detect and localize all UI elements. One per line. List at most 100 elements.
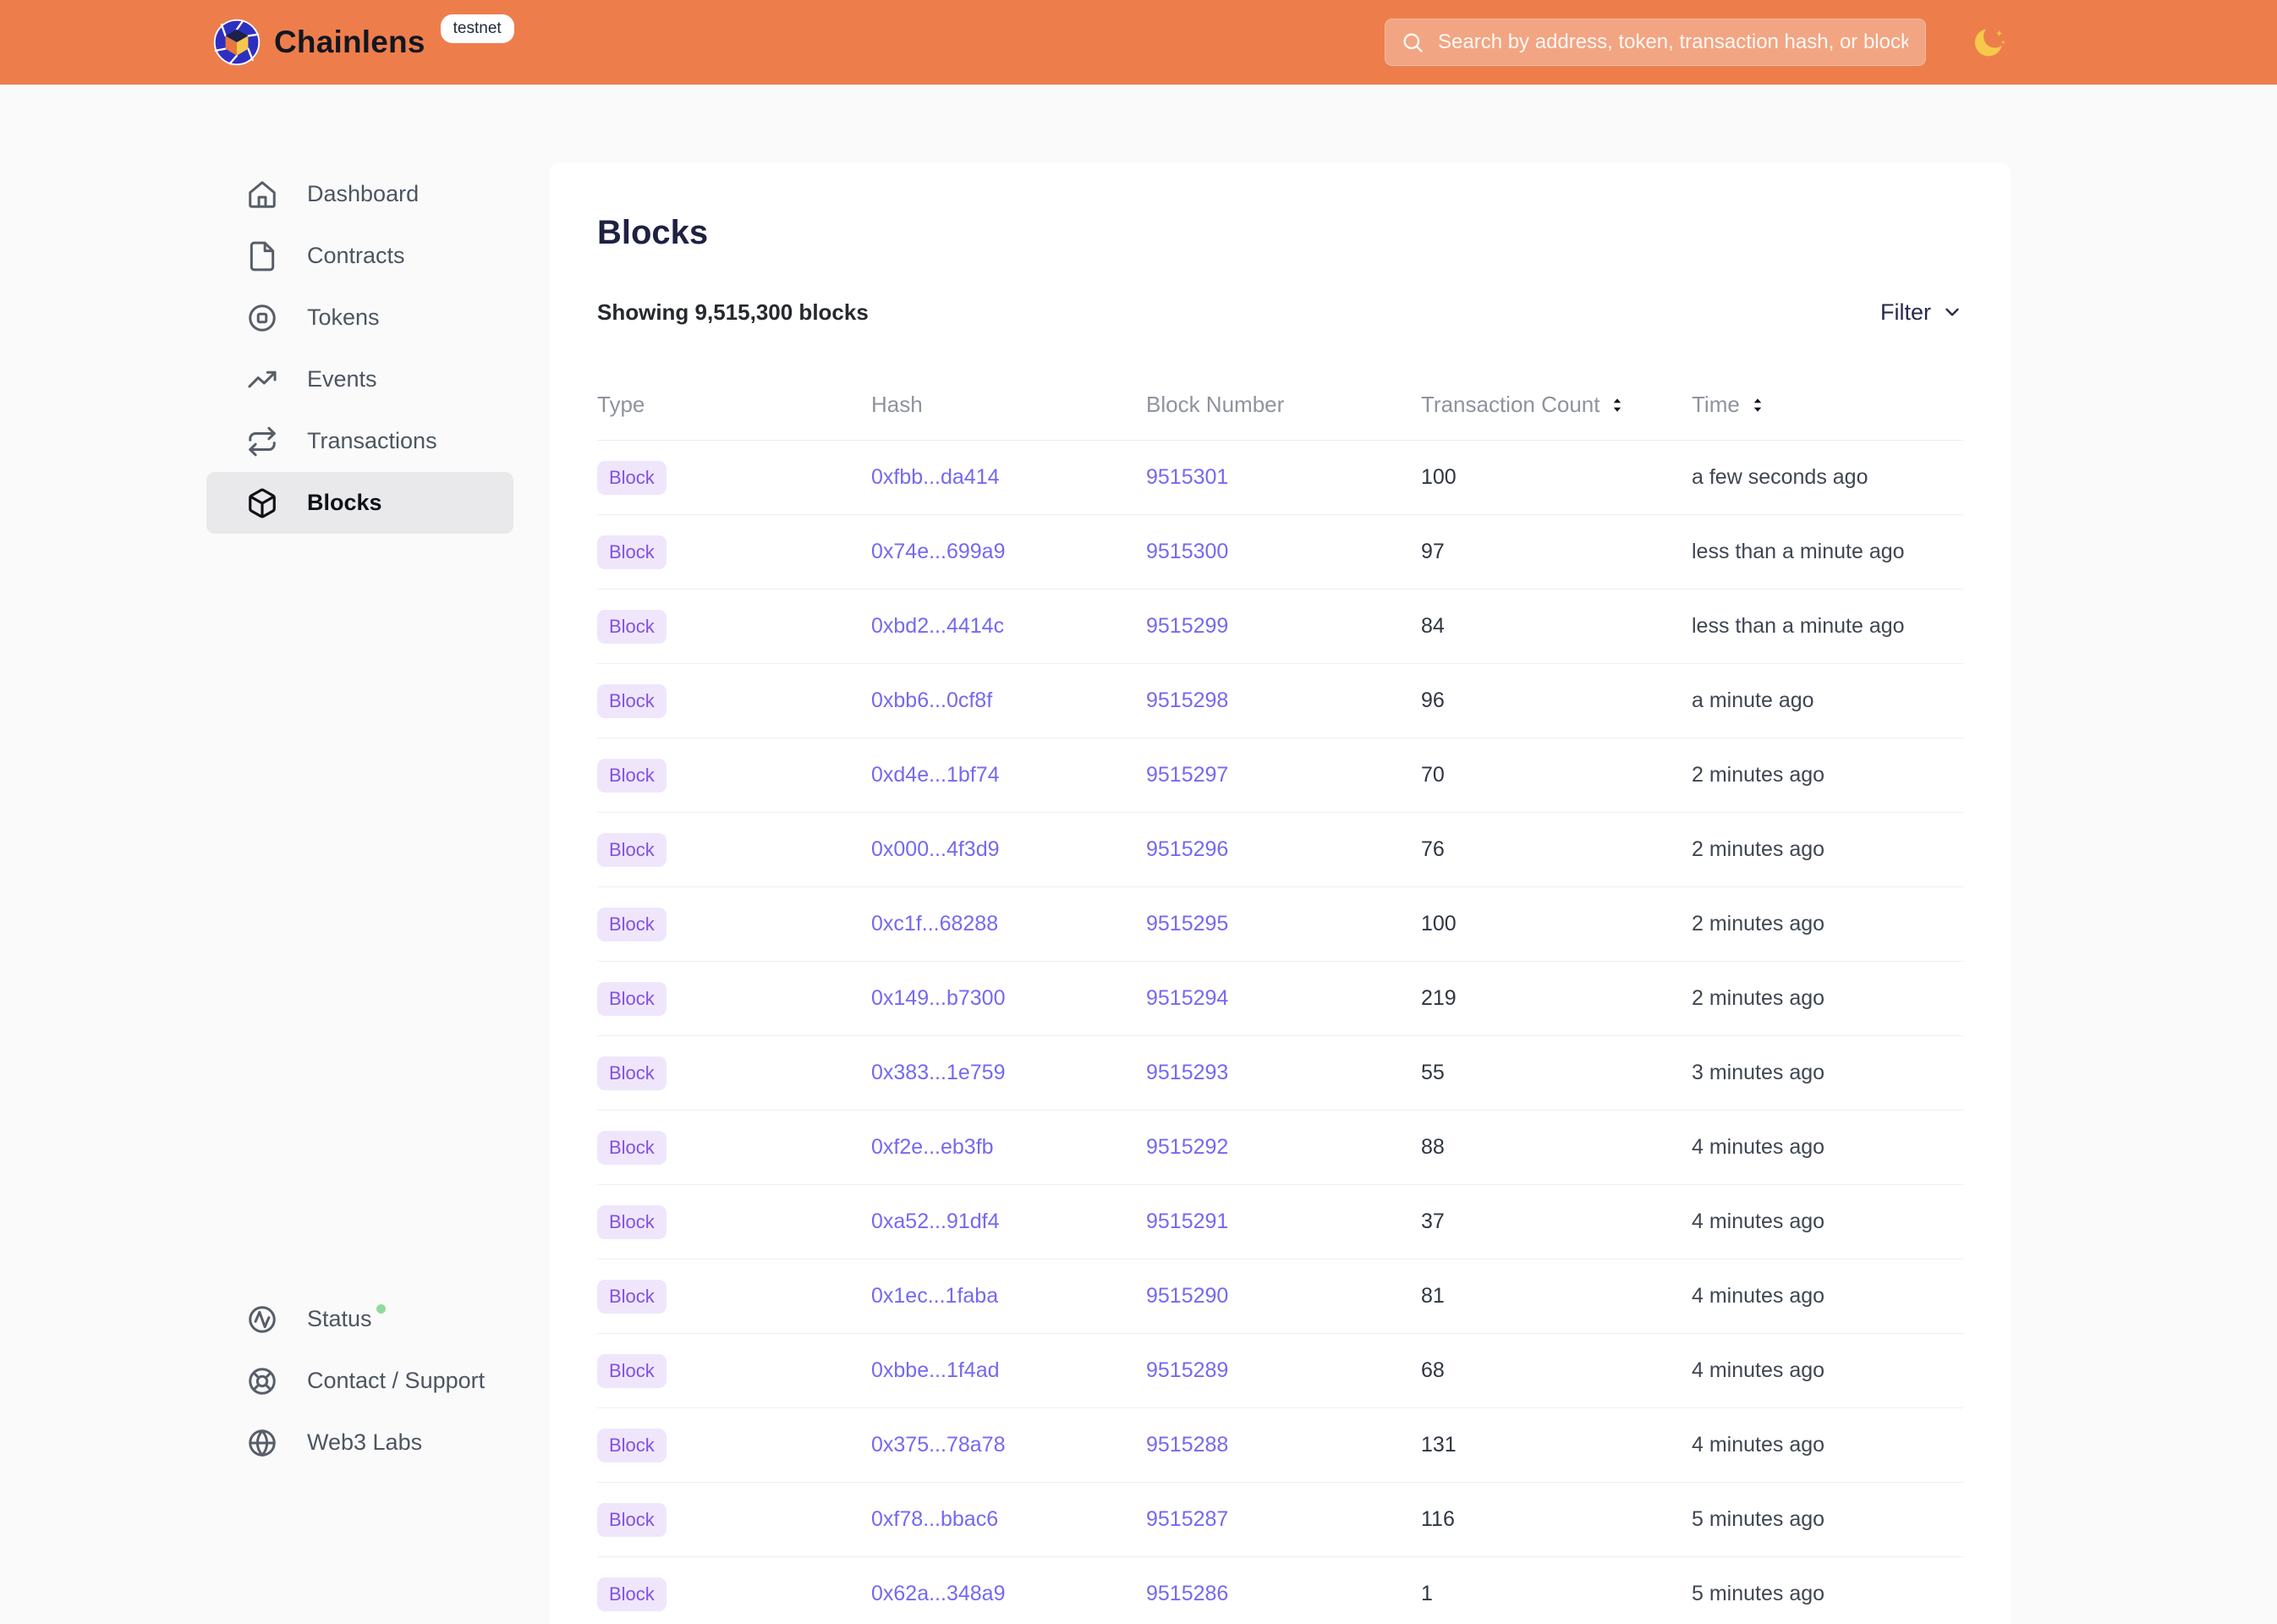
block-type-badge: Block <box>597 1354 667 1388</box>
block-number-link[interactable]: 9515297 <box>1146 763 1228 787</box>
hash-link[interactable]: 0xbb6...0cf8f <box>871 689 992 712</box>
block-number-link[interactable]: 9515286 <box>1146 1582 1228 1605</box>
column-header-transaction-count: Transaction Count <box>1421 392 1692 418</box>
page-title: Blocks <box>597 210 1963 255</box>
sidebar-item-label: Transactions <box>307 428 437 454</box>
hash-link[interactable]: 0xd4e...1bf74 <box>871 763 1000 787</box>
time-value: 4 minutes ago <box>1692 1358 1963 1383</box>
time-value: 5 minutes ago <box>1692 1582 1963 1606</box>
table-row: Block 0x375...78a78 9515288 131 4 minute… <box>597 1408 1963 1483</box>
hash-link[interactable]: 0xbd2...4414c <box>871 614 1004 638</box>
block-number-link[interactable]: 9515299 <box>1146 614 1228 638</box>
table-row: Block 0x1ec...1faba 9515290 81 4 minutes… <box>597 1259 1963 1334</box>
block-number-link[interactable]: 9515288 <box>1146 1433 1228 1457</box>
block-type-badge: Block <box>597 461 667 495</box>
meta-row: Showing 9,515,300 blocks Filter <box>597 296 1963 328</box>
page-body: Dashboard Contracts Tokens <box>0 85 2277 1624</box>
time-value: a minute ago <box>1692 689 1963 713</box>
repeat-icon <box>245 425 279 458</box>
block-number-link[interactable]: 9515295 <box>1146 912 1228 935</box>
tx-count: 96 <box>1421 689 1692 713</box>
table-row: Block 0xf78...bbac6 9515287 116 5 minute… <box>597 1483 1963 1557</box>
tx-count: 100 <box>1421 465 1692 490</box>
blocks-card: Blocks Showing 9,515,300 blocks Filter T… <box>550 162 2011 1624</box>
block-type-badge: Block <box>597 833 667 867</box>
top-header: Chainlens testnet <box>0 0 2277 85</box>
sidebar-item-label: Dashboard <box>307 181 419 207</box>
hash-link[interactable]: 0x149...b7300 <box>871 986 1005 1010</box>
block-number-link[interactable]: 9515294 <box>1146 986 1228 1010</box>
hash-link[interactable]: 0xa52...91df4 <box>871 1210 1000 1233</box>
cube-icon <box>245 486 279 520</box>
chainlens-logo-icon <box>213 19 261 66</box>
hash-link[interactable]: 0xf78...bbac6 <box>871 1507 998 1531</box>
table-row: Block 0xf2e...eb3fb 9515292 88 4 minutes… <box>597 1111 1963 1185</box>
brand-home-link[interactable]: Chainlens testnet <box>213 0 514 85</box>
block-number-link[interactable]: 9515300 <box>1146 540 1228 563</box>
moon-theme-toggle-icon[interactable] <box>1969 24 2008 63</box>
table-row: Block 0xd4e...1bf74 9515297 70 2 minutes… <box>597 738 1963 813</box>
sidebar-item-contact-support[interactable]: Contact / Support <box>206 1350 513 1412</box>
sidebar-footer-nav: Status Contact / Support We <box>206 1288 513 1473</box>
hash-link[interactable]: 0x62a...348a9 <box>871 1582 1005 1605</box>
time-value: 2 minutes ago <box>1692 837 1963 862</box>
hash-link[interactable]: 0xbbe...1f4ad <box>871 1358 1000 1382</box>
time-value: less than a minute ago <box>1692 614 1963 639</box>
block-number-link[interactable]: 9515298 <box>1146 689 1228 712</box>
sidebar-item-label: Blocks <box>307 490 382 516</box>
sidebar-item-transactions[interactable]: Transactions <box>206 410 513 472</box>
hash-link[interactable]: 0xc1f...68288 <box>871 912 998 935</box>
table-row: Block 0xa52...91df4 9515291 37 4 minutes… <box>597 1185 1963 1259</box>
block-number-link[interactable]: 9515290 <box>1146 1284 1228 1308</box>
filter-button[interactable]: Filter <box>1880 299 1963 326</box>
sidebar-item-status[interactable]: Status <box>206 1288 513 1350</box>
block-type-badge: Block <box>597 982 667 1016</box>
tx-count: 88 <box>1421 1135 1692 1160</box>
block-number-link[interactable]: 9515289 <box>1146 1358 1228 1382</box>
chevron-down-icon <box>1941 301 1963 323</box>
block-number-link[interactable]: 9515292 <box>1146 1135 1228 1159</box>
time-value: 5 minutes ago <box>1692 1507 1963 1532</box>
hash-link[interactable]: 0x375...78a78 <box>871 1433 1005 1457</box>
sidebar-item-blocks[interactable]: Blocks <box>206 472 513 534</box>
time-value: 3 minutes ago <box>1692 1061 1963 1085</box>
block-number-link[interactable]: 9515287 <box>1146 1507 1228 1531</box>
sidebar-item-dashboard[interactable]: Dashboard <box>206 163 513 225</box>
file-icon <box>245 239 279 273</box>
block-type-badge: Block <box>597 535 667 569</box>
trending-icon <box>245 363 279 397</box>
status-dot <box>376 1304 386 1314</box>
sort-time-icon[interactable] <box>1748 396 1767 414</box>
table-row: Block 0xbd2...4414c 9515299 84 less than… <box>597 590 1963 664</box>
block-type-badge: Block <box>597 1056 667 1090</box>
block-type-badge: Block <box>597 1429 667 1462</box>
hash-link[interactable]: 0xfbb...da414 <box>871 465 1000 489</box>
block-number-link[interactable]: 9515301 <box>1146 465 1228 489</box>
sidebar-item-contracts[interactable]: Contracts <box>206 225 513 287</box>
time-value: 4 minutes ago <box>1692 1284 1963 1309</box>
tx-count: 97 <box>1421 540 1692 564</box>
block-type-badge: Block <box>597 1577 667 1611</box>
sidebar-item-tokens[interactable]: Tokens <box>206 287 513 348</box>
block-type-badge: Block <box>597 684 667 718</box>
lifebuoy-icon <box>245 1364 279 1398</box>
block-number-link[interactable]: 9515293 <box>1146 1061 1228 1084</box>
hash-link[interactable]: 0x74e...699a9 <box>871 540 1005 563</box>
sidebar-item-web3-labs[interactable]: Web3 Labs <box>206 1412 513 1473</box>
block-number-link[interactable]: 9515296 <box>1146 837 1228 861</box>
sidebar-item-events[interactable]: Events <box>206 348 513 410</box>
block-number-link[interactable]: 9515291 <box>1146 1210 1228 1233</box>
hash-link[interactable]: 0xf2e...eb3fb <box>871 1135 994 1159</box>
status-icon <box>245 1303 279 1336</box>
block-type-badge: Block <box>597 1131 667 1165</box>
hash-link[interactable]: 0x383...1e759 <box>871 1061 1005 1084</box>
hash-link[interactable]: 0x000...4f3d9 <box>871 837 1000 861</box>
search-input[interactable] <box>1436 30 1910 55</box>
tx-count: 37 <box>1421 1210 1692 1234</box>
tx-count: 55 <box>1421 1061 1692 1085</box>
column-header-hash: Hash <box>871 392 1146 418</box>
sort-transaction-count-icon[interactable] <box>1608 396 1627 414</box>
token-icon <box>245 301 279 335</box>
table-row: Block 0xbb6...0cf8f 9515298 96 a minute … <box>597 664 1963 738</box>
hash-link[interactable]: 0x1ec...1faba <box>871 1284 998 1308</box>
